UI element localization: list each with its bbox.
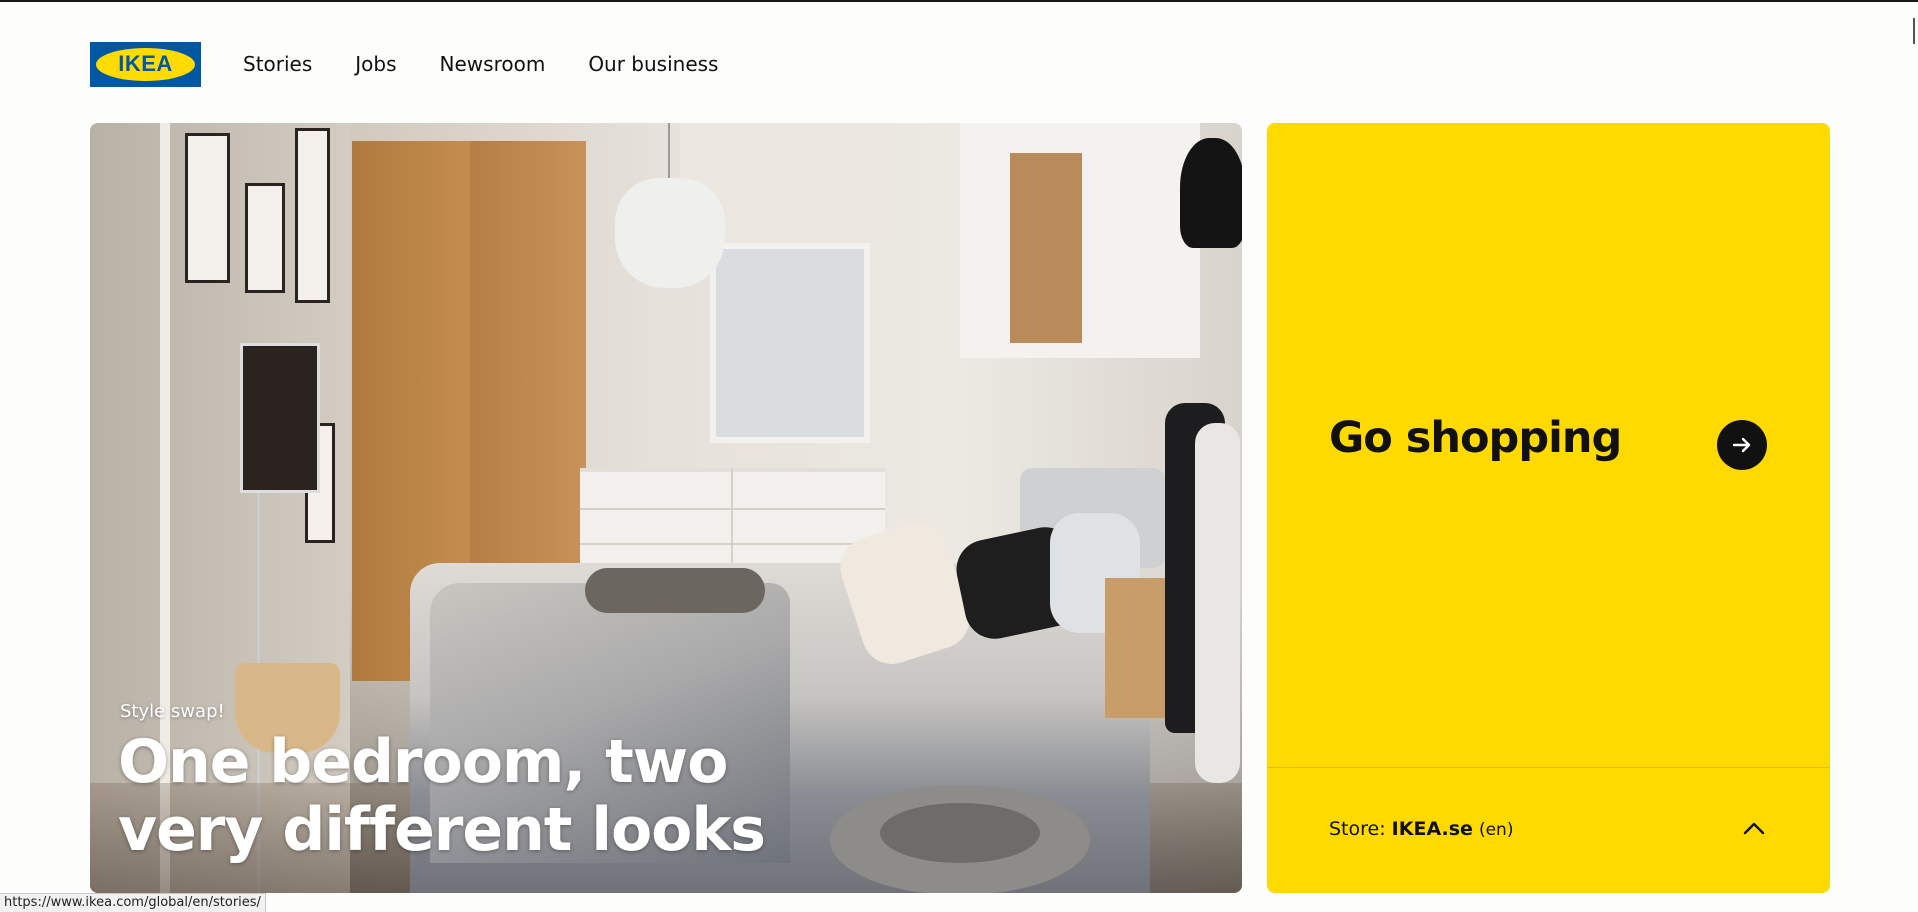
nav-stories[interactable]: Stories — [243, 52, 312, 76]
hero-story-card[interactable]: Style swap! One bedroom, two very differ… — [90, 123, 1242, 893]
wall-art — [185, 133, 230, 283]
lamp-wire — [668, 123, 670, 183]
main-nav: Stories Jobs Newsroom Our business — [243, 52, 761, 76]
ikea-logo[interactable]: IKEA — [90, 41, 201, 87]
go-shopping-title: Go shopping — [1329, 413, 1622, 463]
pillow — [585, 568, 765, 613]
nav-our-business[interactable]: Our business — [588, 52, 718, 76]
logo-oval: IKEA — [96, 47, 195, 81]
wall-art — [245, 183, 285, 293]
go-shopping-card: Go shopping Store: IKEA.se (en) — [1267, 123, 1830, 893]
hanging-shirt — [1195, 423, 1240, 783]
scrollbar[interactable] — [1913, 18, 1915, 44]
arrow-right-icon[interactable] — [1717, 420, 1767, 470]
chevron-up-icon[interactable] — [1739, 813, 1769, 843]
site-header: IKEA Stories Jobs Newsroom Our business — [90, 41, 761, 87]
store-label: Store: — [1329, 818, 1386, 840]
hero-title: One bedroom, two very different looks — [118, 727, 766, 865]
wall-art — [295, 128, 330, 303]
status-bar-url: https://www.ikea.com/global/en/stories/ — [0, 893, 266, 912]
wall-tv — [240, 343, 320, 493]
card-divider — [1267, 767, 1830, 768]
pet-bed-inner — [880, 803, 1040, 863]
nav-jobs[interactable]: Jobs — [355, 52, 396, 76]
open-shelf — [1010, 153, 1082, 343]
store-name: IKEA.se — [1391, 818, 1473, 840]
logo-text: IKEA — [118, 51, 173, 76]
hero-kicker: Style swap! — [120, 701, 225, 722]
store-selector[interactable]: Store: IKEA.se (en) — [1329, 818, 1513, 840]
nav-newsroom[interactable]: Newsroom — [440, 52, 546, 76]
browser-top-border — [0, 0, 1918, 2]
store-language: (en) — [1478, 820, 1514, 840]
pendant-lamp — [615, 178, 725, 288]
hat — [1180, 138, 1242, 248]
window — [710, 243, 870, 443]
